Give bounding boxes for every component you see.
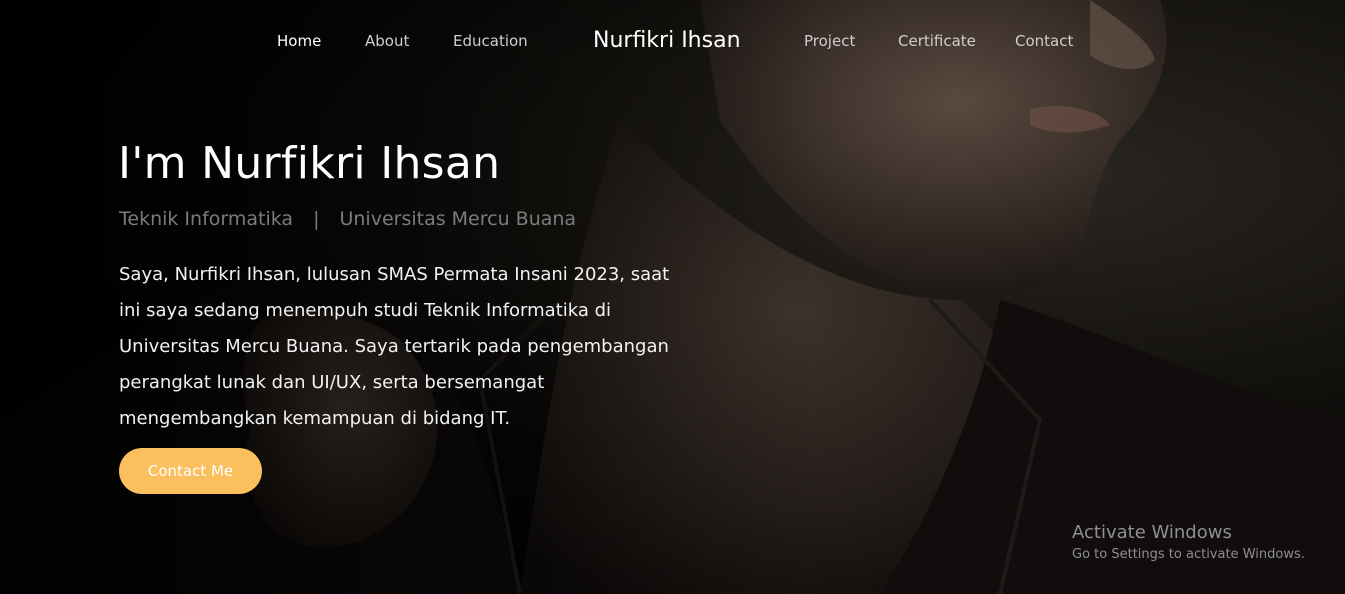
nav-contact-link[interactable]: Contact	[1015, 32, 1073, 50]
subtitle-major: Teknik Informatika	[119, 208, 294, 230]
hero-title: I'm Nurfikri Ihsan	[118, 138, 501, 189]
hero-description: Saya, Nurfikri Ihsan, lulusan SMAS Perma…	[119, 264, 670, 429]
nav-home-link[interactable]: Home	[277, 32, 321, 50]
contact-me-button[interactable]: Contact Me	[119, 448, 262, 494]
nav-education-link[interactable]: Education	[453, 32, 528, 50]
activate-windows-subtitle: Go to Settings to activate Windows.	[1072, 547, 1305, 562]
subtitle-university: Universitas Mercu Buana	[339, 208, 577, 230]
activate-windows-title: Activate Windows	[1072, 522, 1232, 543]
top-navigation: Home About Education Nurfikri Ihsan Proj…	[0, 0, 1345, 84]
page: Home About Education Nurfikri Ihsan Proj…	[0, 0, 1345, 594]
brand-name: Nurfikri Ihsan	[593, 28, 741, 53]
hero-subtitle: Teknik Informatika | Universitas Mercu Bua…	[119, 208, 576, 230]
nav-project-link[interactable]: Project	[804, 32, 855, 50]
subtitle-separator: |	[313, 208, 320, 230]
nav-about-link[interactable]: About	[365, 32, 409, 50]
nav-certificate-link[interactable]: Certificate	[898, 32, 976, 50]
